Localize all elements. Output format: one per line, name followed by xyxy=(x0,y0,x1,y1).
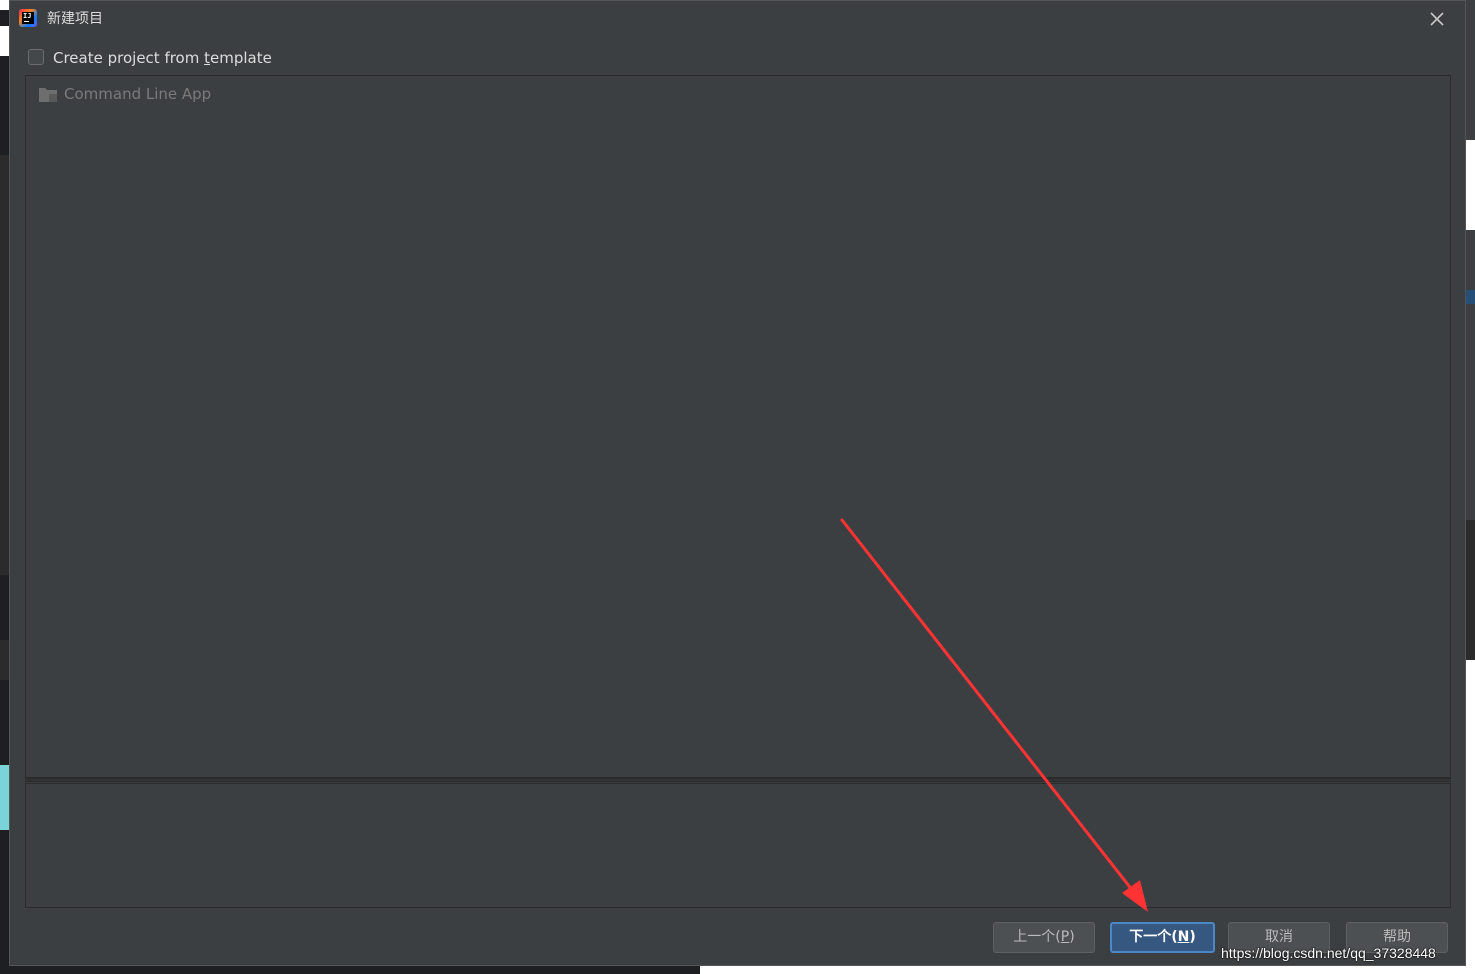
new-project-dialog: IJ 新建项目 Create project from template Com… xyxy=(9,0,1466,966)
watermark: https://blog.csdn.net/qq_37328448 xyxy=(1221,945,1436,961)
folder-icon xyxy=(39,86,57,102)
list-item-label: Command Line App xyxy=(64,85,212,103)
next-button[interactable]: 下一个(N) xyxy=(1110,922,1215,953)
close-icon[interactable] xyxy=(1427,9,1447,29)
panel-splitter[interactable] xyxy=(25,778,1451,782)
template-description-panel xyxy=(25,783,1451,908)
create-from-template-checkbox[interactable] xyxy=(28,49,44,65)
intellij-idea-icon: IJ xyxy=(19,9,37,27)
template-list[interactable]: Command Line App xyxy=(25,75,1451,778)
create-from-template-label[interactable]: Create project from template xyxy=(53,48,272,68)
background-window-bottom xyxy=(0,966,1475,974)
previous-button[interactable]: 上一个(P) xyxy=(993,922,1095,953)
dialog-title: 新建项目 xyxy=(47,11,103,27)
dialog-titlebar[interactable]: IJ 新建项目 xyxy=(10,1,1465,37)
background-window-right xyxy=(1466,0,1475,974)
